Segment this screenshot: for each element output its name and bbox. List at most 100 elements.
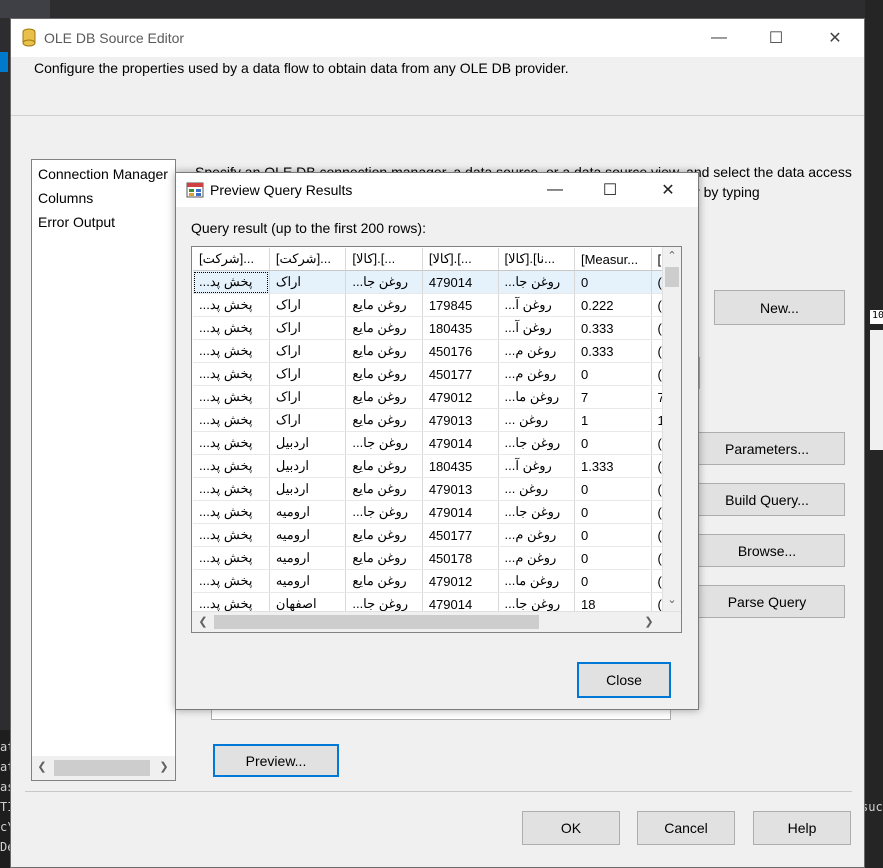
parameters-button[interactable]: Parameters... [689,432,845,465]
minimize-icon[interactable]: — [532,173,578,207]
table-cell[interactable]: روغن مایع [345,316,423,340]
table-cell[interactable]: روغن مایع [345,523,423,547]
table-cell[interactable]: روغن مایع [345,339,423,363]
table-cell[interactable]: اراک [269,362,347,386]
table-cell[interactable]: روغن ما... [498,385,575,409]
scroll-down-icon[interactable]: ⌄ [664,593,680,606]
table-cell[interactable]: اراک [269,339,347,363]
table-cell[interactable]: اردبیل [269,477,347,501]
table-row[interactable]: پخش پد... اردبیل روغن مایع 180435 روغن آ... 1… [193,454,681,478]
results-grid[interactable]: [شرکت]... [شرکت]... [کالا].[... [کالا].[… [191,246,682,633]
table-cell[interactable]: 479012 [422,385,499,409]
table-cell[interactable]: روغن ... [498,408,575,432]
table-cell[interactable]: 450177 [422,523,499,547]
table-cell[interactable]: ارومیه [269,569,347,593]
table-cell[interactable]: پخش پد... [193,270,270,294]
scroll-right-icon[interactable]: ❯ [156,760,172,773]
table-cell[interactable]: روغن جا... [498,270,575,294]
table-cell[interactable]: پخش پد... [193,569,270,593]
scroll-right-icon[interactable]: ❯ [641,615,657,628]
table-cell[interactable]: ارومیه [269,500,347,524]
table-cell[interactable]: پخش پد... [193,385,270,409]
grid-horizontal-scrollbar[interactable]: ❮ ❯ [192,611,681,632]
table-cell[interactable]: پخش پد... [193,523,270,547]
table-cell[interactable]: پخش پد... [193,546,270,570]
table-cell[interactable]: پخش پد... [193,454,270,478]
table-cell[interactable]: روغن مایع [345,385,423,409]
table-cell[interactable]: روغن م... [498,339,575,363]
table-cell[interactable]: ارومیه [269,546,347,570]
table-row[interactable]: پخش پد...اراکروغن مایع479012روغن ما...77 [193,385,681,409]
table-row[interactable]: پخش پد...اراکروغن مایع479013روغن ...11 [193,408,681,432]
table-cell[interactable]: روغن مایع [345,546,423,570]
table-cell[interactable]: اردبیل [269,454,347,478]
table-cell[interactable]: روغن جا... [498,431,575,455]
table-cell[interactable]: 0 [574,500,652,524]
table-cell[interactable]: 479013 [422,408,499,432]
table-row[interactable]: پخش پد... اراک روغن مایع 450177 روغن م... 0( [193,362,681,386]
table-cell[interactable]: اراک [269,316,347,340]
table-cell[interactable]: روغن آ... [498,293,575,317]
table-cell[interactable]: روغن مایع [345,408,423,432]
table-cell[interactable]: اردبیل [269,431,347,455]
table-cell[interactable]: 180435 [422,454,499,478]
column-header[interactable]: [کالا].[... [422,248,499,271]
table-row[interactable]: پخش پد... ارومیه روغن مایع 450178 روغن م... 0… [193,546,681,570]
table-cell[interactable]: 0.333 [574,316,652,340]
table-cell[interactable]: روغن ما... [498,569,575,593]
preview-button[interactable]: Preview... [213,744,339,777]
maximize-icon[interactable]: ☐ [587,173,633,207]
parse-query-button[interactable]: Parse Query [689,585,845,618]
table-row[interactable]: پخش پد... اراک روغن مایع 450176 روغن م... 0.3… [193,339,681,363]
table-cell[interactable]: پخش پد... [193,316,270,340]
table-cell[interactable]: 0 [574,523,652,547]
table-cell[interactable]: روغن ... [498,477,575,501]
scroll-thumb[interactable] [665,267,679,287]
table-cell[interactable]: اراک [269,270,347,294]
table-cell[interactable]: روغن جا... [345,431,423,455]
table-cell[interactable]: 0 [574,546,652,570]
table-cell[interactable]: روغن م... [498,523,575,547]
table-cell[interactable]: روغن م... [498,362,575,386]
table-cell[interactable]: 479012 [422,569,499,593]
table-cell[interactable]: 1.333 [574,454,652,478]
column-header[interactable]: [شرکت]... [269,248,347,271]
table-cell[interactable]: 7 [574,385,652,409]
table-cell[interactable]: روغن مایع [345,293,423,317]
table-cell[interactable]: 0 [574,477,652,501]
scroll-left-icon[interactable]: ❮ [34,760,50,773]
table-cell[interactable]: 0 [574,431,652,455]
table-cell[interactable]: روغن مایع [345,569,423,593]
browse-button[interactable]: Browse... [689,534,845,567]
new-button[interactable]: New... [714,290,845,325]
table-row[interactable]: پخش پد... ارومیه روغن جا... 479014 روغن جا..… [193,500,681,524]
table-cell[interactable]: 479014 [422,500,499,524]
scroll-left-icon[interactable]: ❮ [195,615,211,628]
nav-item-error-output[interactable]: Error Output [38,214,115,230]
cancel-button[interactable]: Cancel [637,811,735,845]
column-header[interactable]: [Measur... [574,248,652,271]
table-cell[interactable]: 0 [574,362,652,386]
table-cell[interactable]: 0.222 [574,293,652,317]
table-cell[interactable]: 1 [574,408,652,432]
column-header[interactable]: [کالا].[... [345,248,423,271]
table-cell[interactable]: 0 [574,569,652,593]
table-cell[interactable]: پخش پد... [193,500,270,524]
table-cell[interactable]: 0.333 [574,339,652,363]
table-cell[interactable]: روغن م... [498,546,575,570]
table-cell[interactable]: روغن آ... [498,316,575,340]
table-cell[interactable]: پخش پد... [193,339,270,363]
table-cell[interactable]: 179845 [422,293,499,317]
close-icon[interactable]: ✕ [812,19,858,57]
table-cell[interactable]: 479014 [422,431,499,455]
table-cell[interactable]: روغن جا... [345,270,423,294]
help-button[interactable]: Help [753,811,851,845]
nav-item-columns[interactable]: Columns [38,190,93,206]
maximize-icon[interactable]: ☐ [753,19,799,57]
close-icon[interactable]: ✕ [645,173,691,207]
preview-close-button[interactable]: Close [577,662,671,698]
table-cell[interactable]: روغن جا... [345,500,423,524]
table-cell[interactable]: اراک [269,293,347,317]
column-header[interactable]: [کالا].[نا... [498,248,575,271]
scroll-up-icon[interactable]: ⌃ [664,249,680,262]
